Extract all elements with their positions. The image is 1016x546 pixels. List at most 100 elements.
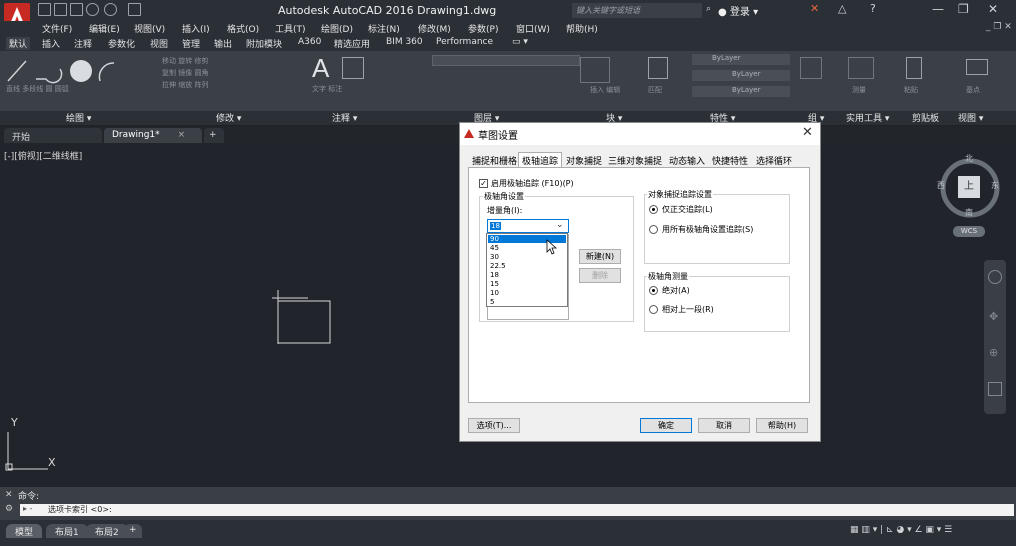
tab-polar-tracking[interactable]: 极轴追踪 [518,152,563,167]
save-icon[interactable] [70,3,83,16]
status-toggles[interactable]: ▦ ▥ ▾ | ⊾ ◕ ▾ ∠ ▣ ▾ ☰ [850,525,1010,539]
panel-modify[interactable]: 修改 ▾ [216,111,241,124]
redo-icon[interactable] [104,3,117,16]
panel-annotate[interactable]: 注释 ▾ [332,111,357,124]
chevron-down-icon[interactable]: ⌄ [556,220,564,230]
command-input[interactable]: ▸ - 选项卡索引 <0>: [20,504,1014,516]
delete-angle-button[interactable]: 删除 [579,268,621,283]
help-icon[interactable]: ? [870,2,876,15]
menu-modify[interactable]: 修改(M) [418,22,451,35]
tab-3d-object-snap[interactable]: 三维对象捕捉 [608,154,662,167]
viewcube-west[interactable]: 西 [937,180,945,191]
color-dropdown[interactable]: ByLayer [692,54,790,65]
tab-bim360[interactable]: BIM 360 [386,37,423,47]
paste-icon[interactable] [906,57,922,79]
viewcube-east[interactable]: 东 [991,180,999,191]
close-icon[interactable]: ✕ [988,2,998,16]
angle-option[interactable]: 22.5 [488,262,566,270]
tab-snap-grid[interactable]: 捕捉和栅格 [472,154,517,167]
login-link[interactable]: ● 登录 ▾ [718,3,758,18]
ortho-only-radio[interactable] [649,205,658,214]
angle-option[interactable]: 15 [488,280,566,288]
panel-draw[interactable]: 绘图 ▾ [66,111,91,124]
tab-selection-cycling[interactable]: 选择循环 [756,154,792,167]
viewcube-south[interactable]: 南 [965,207,973,218]
layer-dropdown[interactable] [432,55,580,66]
add-layout-button[interactable]: + [124,524,142,538]
tab-model[interactable]: 模型 [6,524,43,538]
zoom-icon[interactable]: ⊕ [989,346,998,359]
angle-option[interactable]: 18 [488,271,566,279]
tab-output[interactable]: 输出 [214,37,232,50]
menu-format[interactable]: 格式(O) [227,22,259,35]
modify-tools[interactable]: 移动 旋转 修剪 复制 镜像 圆角 拉伸 缩放 阵列 [162,55,208,91]
wrench-icon[interactable]: ⚙ [5,504,13,514]
menu-help[interactable]: 帮助(H) [566,22,598,35]
pan-icon[interactable]: ✥ [989,310,998,323]
search-input[interactable]: 键入关键字或短语 [572,3,702,18]
cancel-button[interactable]: 取消 [698,418,750,433]
menu-edit[interactable]: 编辑(E) [89,22,120,35]
ribbon-toggle-icon[interactable]: ▭ ▾ [512,37,528,47]
tab-quick-properties[interactable]: 快捷特性 [712,154,748,167]
group-icon[interactable] [800,57,822,79]
wcs-menu[interactable]: WCS [953,226,985,237]
tab-default[interactable]: 默认 [6,37,31,50]
tab-layout1[interactable]: 布局1 [46,524,88,538]
viewcube-north[interactable]: 北 [965,153,973,164]
all-polar-radio[interactable] [649,225,658,234]
linetype-dropdown[interactable]: ByLayer [692,70,790,81]
tab-parametric[interactable]: 参数化 [108,37,135,50]
close-icon[interactable]: ✕ [5,490,13,500]
view-base-icon[interactable] [966,59,988,75]
tab-close-icon[interactable]: × [178,130,186,140]
tab-drawing1[interactable]: Drawing1* × [104,128,202,143]
absolute-radio[interactable] [649,286,658,295]
exchange-icon[interactable]: ✕ [810,2,819,15]
menu-parametric[interactable]: 参数(P) [468,22,498,35]
new-tab-button[interactable]: + [204,128,224,143]
new-icon[interactable] [38,3,51,16]
new-angle-button[interactable]: 新建(N) [579,249,621,264]
help-button[interactable]: 帮助(H) [756,418,808,433]
command-recent-icon[interactable]: ▸ - [23,504,32,513]
panel-utilities[interactable]: 实用工具 ▾ [846,111,889,124]
tab-a360[interactable]: A360 [298,37,321,47]
undo-icon[interactable] [86,3,99,16]
open-icon[interactable] [54,3,67,16]
viewcube-top[interactable]: 上 [958,176,980,198]
tab-dynamic-input[interactable]: 动态输入 [669,154,705,167]
increment-angle-combobox[interactable]: 18 ⌄ [487,219,569,233]
panel-clipboard[interactable]: 剪贴板 [912,111,939,124]
measure-icon[interactable] [848,57,874,79]
panel-view[interactable]: 视图 ▾ [958,111,983,124]
dialog-close-icon[interactable]: ✕ [802,125,813,140]
insert-block-icon[interactable] [580,57,610,83]
tab-view[interactable]: 视图 [150,37,168,50]
restore-icon[interactable]: ❐ [958,2,969,16]
angle-option[interactable]: 10 [488,289,566,297]
tab-performance[interactable]: Performance [436,37,493,47]
minimize-icon[interactable]: — [932,2,944,16]
menu-window[interactable]: 窗口(W) [516,22,550,35]
menu-tools[interactable]: 工具(T) [275,22,306,35]
doc-window-controls[interactable]: _ ❐ ✕ [986,22,1012,32]
tab-start[interactable]: 开始 [4,128,102,143]
menu-view[interactable]: 视图(V) [134,22,165,35]
a360-icon[interactable]: △ [838,2,846,15]
match-properties-icon[interactable] [648,57,668,79]
menu-draw[interactable]: 绘图(D) [321,22,353,35]
tab-object-snap[interactable]: 对象捕捉 [566,154,602,167]
tab-insert[interactable]: 插入 [42,37,60,50]
ok-button[interactable]: 确定 [640,418,692,433]
showmotion-icon[interactable] [988,382,1002,396]
angle-option[interactable]: 5 [488,298,566,306]
options-button[interactable]: 选项(T)... [468,418,520,433]
text-tool-icon[interactable]: A [312,53,329,84]
dimension-tool-icon[interactable] [342,57,364,79]
lineweight-dropdown[interactable]: ByLayer [692,86,790,97]
save-as-icon[interactable] [128,3,141,16]
menu-insert[interactable]: 插入(I) [182,22,210,35]
menu-dimension[interactable]: 标注(N) [368,22,400,35]
enable-polar-checkbox[interactable]: ✓ [479,179,488,188]
